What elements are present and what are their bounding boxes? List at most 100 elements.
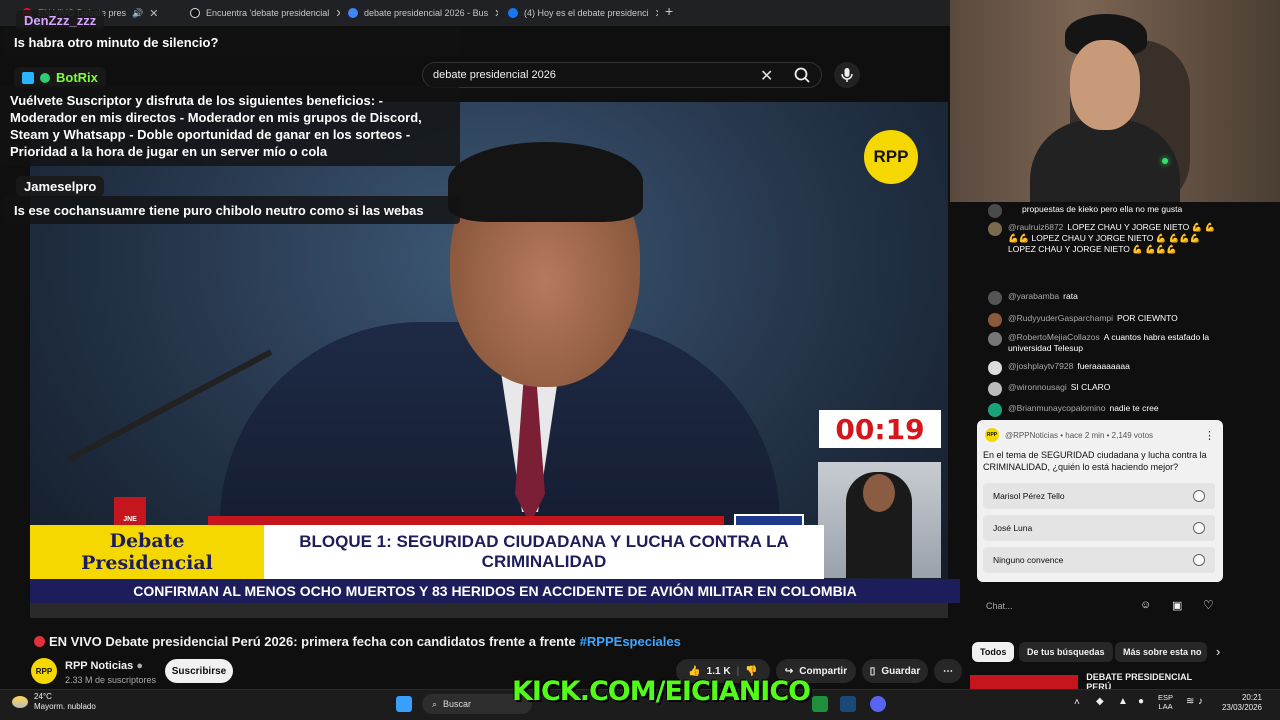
poll-header: RPP @RPPNoticias • hace 2 min • 2,149 vo… bbox=[985, 428, 1215, 442]
chat-message: propuestas de kieko pero ella no me gust… bbox=[988, 204, 1218, 218]
poll-option[interactable]: José Luna bbox=[983, 515, 1215, 541]
channel-name[interactable]: RPP Noticias ● bbox=[65, 660, 143, 672]
chat-message-bot: Vuélvete Suscriptor y disfruta de los si… bbox=[0, 86, 460, 166]
poll-question: En el tema de SEGURIDAD ciudadana y luch… bbox=[983, 450, 1207, 472]
chip-de-tus-busquedas[interactable]: De tus búsquedas bbox=[1019, 642, 1113, 662]
audio-icon: 🔊 bbox=[132, 7, 144, 18]
more-actions-button[interactable]: ⋯ bbox=[934, 659, 962, 683]
chevron-right-icon[interactable]: › bbox=[1216, 644, 1220, 659]
weather-icon bbox=[12, 696, 28, 708]
jne-logo: JNE bbox=[114, 497, 146, 525]
search-button[interactable] bbox=[788, 63, 818, 87]
heart-icon[interactable]: ♡ bbox=[1203, 598, 1214, 612]
facebook-icon bbox=[508, 8, 518, 18]
live-poll: RPP @RPPNoticias • hace 2 min • 2,149 vo… bbox=[977, 420, 1223, 582]
sign-language-interpreter bbox=[818, 462, 941, 578]
avatar bbox=[988, 361, 1002, 375]
voice-search-button[interactable] bbox=[834, 62, 860, 88]
network-icon[interactable]: ▲ bbox=[1118, 696, 1128, 707]
language-indicator[interactable]: ESP LAA bbox=[1158, 693, 1173, 711]
chip-mas-sobre[interactable]: Más sobre esta no bbox=[1115, 642, 1207, 662]
chat-username: Jameselpro bbox=[16, 176, 105, 197]
wifi-icon[interactable]: ≋ bbox=[1186, 696, 1194, 707]
share-icon: ↪ bbox=[784, 665, 794, 677]
kebab-menu-icon[interactable]: ⋮ bbox=[1204, 429, 1215, 442]
chat-message: @RudyyuderGasparchampi POR CIEWNTO bbox=[988, 313, 1218, 327]
kick-channel-overlay: KICK.COM/EICIANICO bbox=[512, 676, 811, 707]
chat-message: @yarabamba rata bbox=[988, 291, 1218, 305]
shield-icon[interactable]: ◆ bbox=[1096, 696, 1104, 707]
windows-start-icon[interactable] bbox=[396, 696, 412, 712]
rpp-logo: RPP bbox=[864, 130, 918, 184]
search-icon bbox=[794, 67, 810, 83]
debate-presidencial-label: Debate Presidencial bbox=[30, 525, 264, 579]
subscriber-count: 2.33 M de suscriptores bbox=[65, 675, 157, 685]
channel-avatar[interactable]: RPP bbox=[31, 658, 57, 684]
close-tab-icon[interactable]: ✕ bbox=[655, 7, 658, 20]
chat-username-bot: BotRix bbox=[14, 67, 106, 88]
new-tab-button[interactable]: + bbox=[665, 3, 673, 19]
radio-icon[interactable] bbox=[1193, 490, 1205, 502]
close-tab-icon[interactable]: ✕ bbox=[494, 7, 498, 20]
chip-todos[interactable]: Todos bbox=[972, 642, 1015, 662]
chat-message: @Brianmunaycopalomino nadie te cree bbox=[988, 403, 1218, 417]
close-tab-icon[interactable]: ✕ bbox=[335, 7, 340, 20]
video-progress-bar[interactable] bbox=[30, 603, 948, 618]
tab-tiktok[interactable]: Encuentra 'debate presidencial ✕ bbox=[190, 3, 340, 23]
discord-icon[interactable] bbox=[870, 696, 886, 712]
steam-icon[interactable] bbox=[840, 696, 856, 712]
radio-icon[interactable] bbox=[1193, 522, 1205, 534]
chat-message: @wironnousagi SI CLARO bbox=[988, 382, 1218, 396]
avatar bbox=[988, 403, 1002, 417]
avatar bbox=[988, 313, 1002, 327]
search-icon: ⌕ bbox=[432, 698, 438, 709]
avatar bbox=[988, 332, 1002, 346]
volume-icon[interactable]: ♪ bbox=[1198, 696, 1203, 707]
verified-icon: ● bbox=[136, 660, 143, 672]
bookmark-icon: ▯ bbox=[869, 665, 876, 677]
chat-input[interactable]: Chat... bbox=[986, 596, 1136, 616]
clear-search-icon[interactable]: ✕ bbox=[760, 66, 773, 86]
browser-tab-strip: EN VIVO Debate pres 🔊 ✕ Encuentra 'debat… bbox=[0, 0, 950, 26]
system-clock[interactable]: 20:21 23/03/2026 bbox=[1210, 693, 1262, 713]
chat-message: @RobertoMejiaCollazos A cuantos habra est… bbox=[988, 332, 1218, 354]
microphone-icon[interactable]: ● bbox=[1138, 696, 1144, 707]
like-icon[interactable]: 👍 bbox=[688, 666, 700, 677]
verified-icon bbox=[40, 72, 50, 83]
recommended-video[interactable]: DEBATE PRESIDENCIAL PERÚ bbox=[970, 672, 1215, 692]
speaker-hair bbox=[448, 142, 643, 222]
google-icon bbox=[348, 8, 358, 18]
hashtag-link[interactable]: #RPPEspeciales bbox=[580, 634, 681, 649]
subscribe-button[interactable]: Suscribirse bbox=[165, 659, 233, 683]
tab-facebook[interactable]: (4) Hoy es el debate presidenci ✕ bbox=[508, 3, 658, 23]
segment-title: BLOQUE 1: SEGURIDAD CIUDADANA Y LUCHA CO… bbox=[264, 525, 824, 579]
chat-message: Is habra otro minuto de silencio? bbox=[4, 28, 460, 56]
tiktok-icon bbox=[190, 8, 200, 18]
close-tab-icon[interactable]: ✕ bbox=[149, 7, 158, 20]
super-chat-icon[interactable]: ▣ bbox=[1172, 599, 1182, 612]
poll-option[interactable]: Ninguno convence bbox=[983, 547, 1215, 573]
weather-widget[interactable]: 24°C Mayorm. nublado bbox=[12, 692, 96, 712]
avatar bbox=[988, 291, 1002, 305]
avatar bbox=[988, 204, 1002, 218]
rpp-avatar: RPP bbox=[985, 428, 999, 442]
poll-option[interactable]: Marisol Pérez Tello bbox=[983, 483, 1215, 509]
bot-badge-icon bbox=[22, 71, 34, 84]
save-button[interactable]: ▯ Guardar bbox=[862, 659, 928, 683]
radio-icon[interactable] bbox=[1193, 554, 1205, 566]
live-dot-icon bbox=[34, 636, 45, 647]
avatar bbox=[988, 382, 1002, 396]
news-ticker: CONFIRMAN AL MENOS OCHO MUERTOS Y 83 HER… bbox=[30, 579, 960, 603]
video-thumbnail bbox=[970, 675, 1079, 689]
tab-google[interactable]: debate presidencial 2026 - Bus ✕ bbox=[348, 3, 498, 23]
avatar bbox=[988, 222, 1002, 236]
chat-message: @joshplaytv7928 fueraaaaaaaa bbox=[988, 361, 1218, 375]
streamer-webcam bbox=[950, 0, 1280, 202]
chevron-up-icon[interactable]: ˄ bbox=[1074, 697, 1080, 708]
video-title: EN VIVO Debate presidencial Perú 2026: p… bbox=[34, 634, 681, 649]
emoji-icon[interactable]: ☺ bbox=[1140, 599, 1151, 611]
minecraft-icon[interactable] bbox=[812, 696, 828, 712]
chat-message: @raulruiz6872 LOPEZ CHAU Y JORGE NIETO 💪 … bbox=[988, 222, 1218, 255]
microphone-icon bbox=[841, 68, 853, 82]
dislike-icon[interactable]: 👎 bbox=[745, 666, 757, 677]
